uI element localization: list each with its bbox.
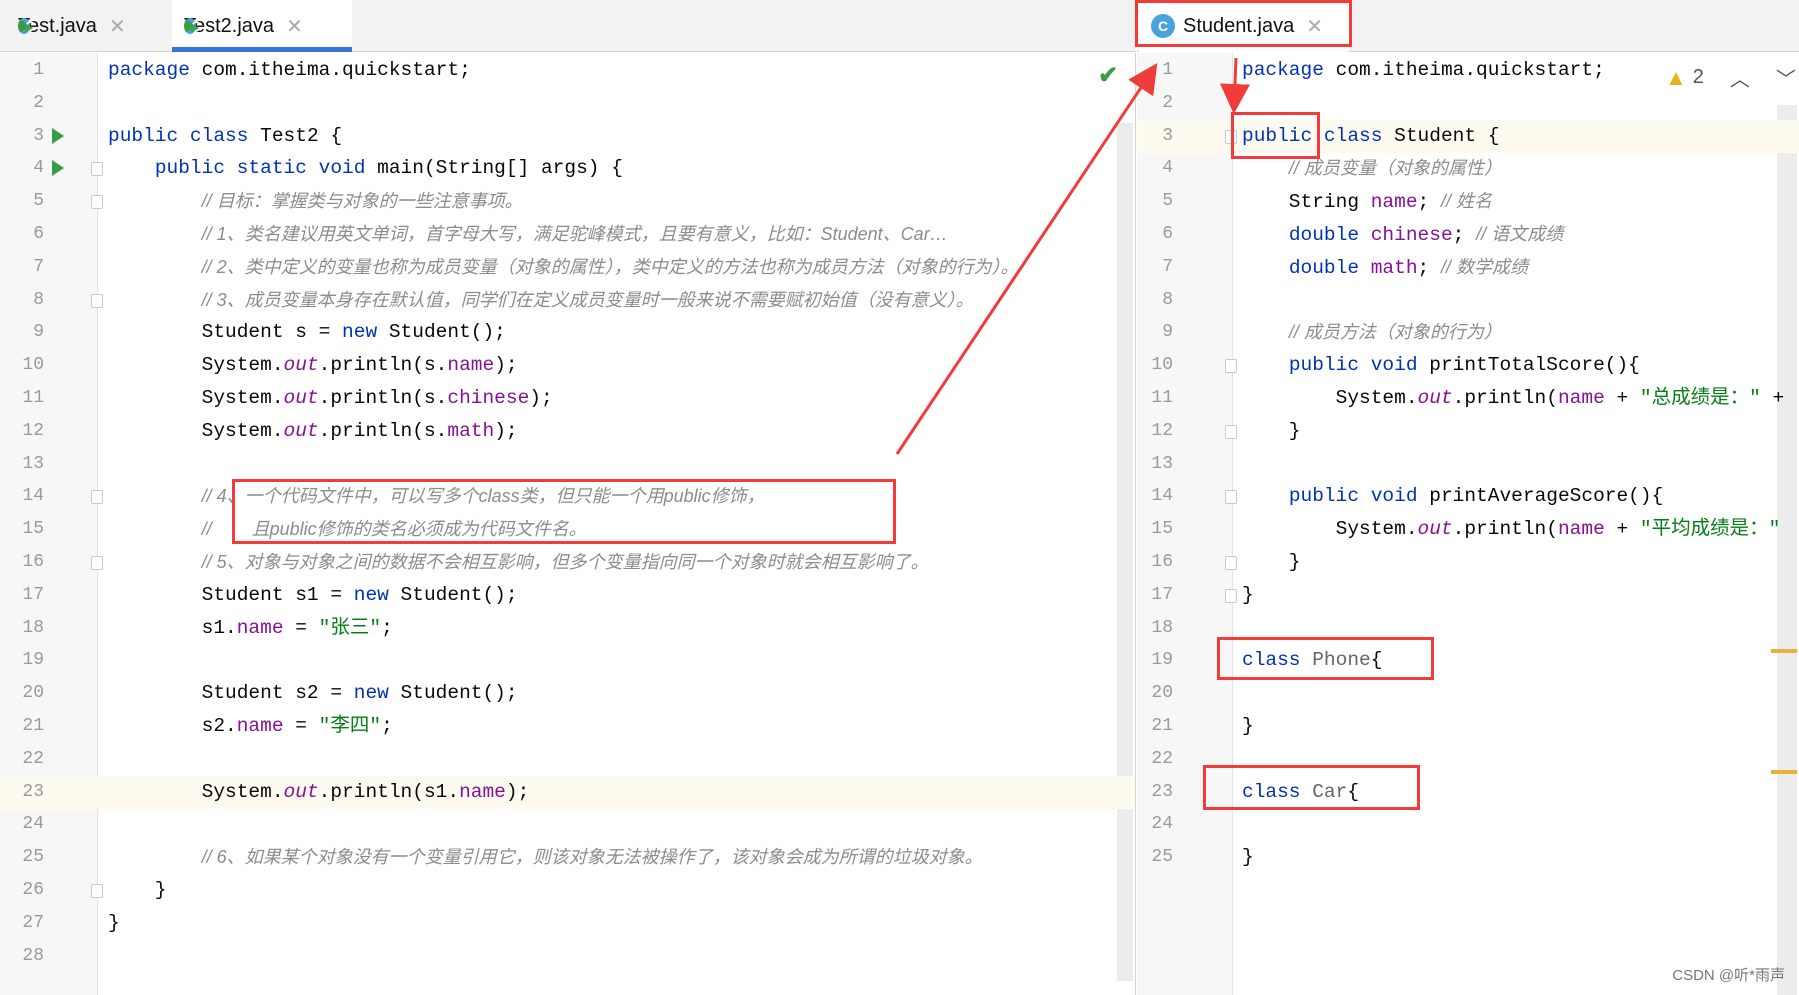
arrow-to-student-tab [895,63,1158,455]
arrow-to-public [1219,57,1250,114]
watermark: CSDN @听*雨声 [1672,967,1785,984]
annotation-arrows [895,57,1250,455]
